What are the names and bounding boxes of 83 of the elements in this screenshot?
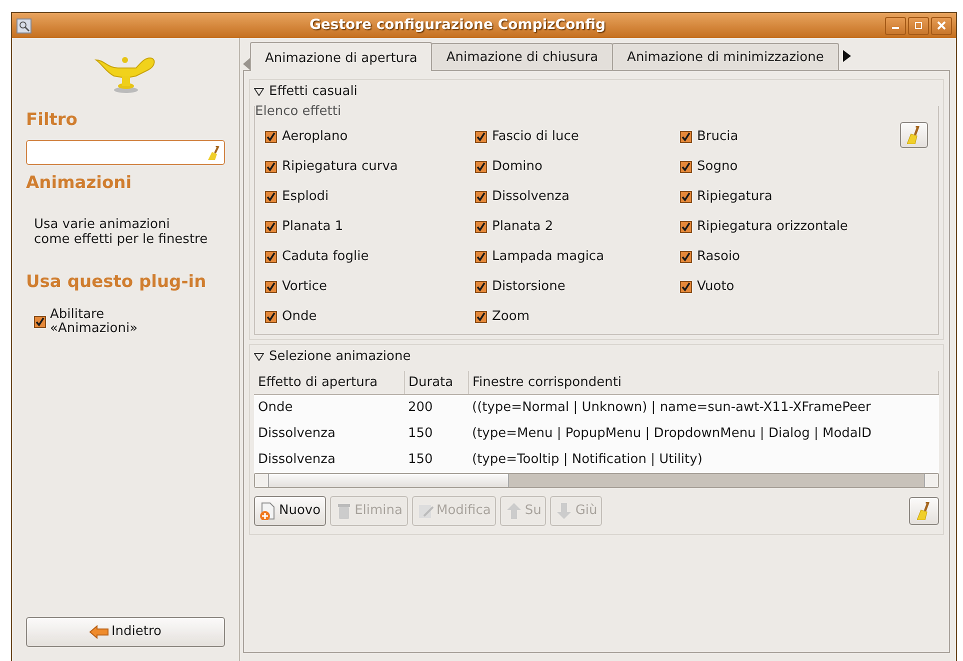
- filter-heading: Filtro: [26, 110, 78, 130]
- table-cell: Onde: [254, 394, 404, 420]
- broom-icon[interactable]: [208, 146, 220, 160]
- checkbox-label[interactable]: Zoom: [492, 306, 530, 326]
- minimize-button[interactable]: [885, 16, 906, 34]
- checkbox-label[interactable]: Sogno: [697, 156, 738, 176]
- window-title: Gestore configurazione CompizConfig: [308, 16, 607, 35]
- checkbox[interactable]: [475, 310, 487, 322]
- table-cell: (type=Menu | PopupMenu | DropdownMenu | Dialog | ModalD: [468, 420, 938, 446]
- checkbox-label[interactable]: Fascio di luce: [492, 126, 579, 146]
- checkbox[interactable]: [34, 316, 46, 328]
- checkbox-label[interactable]: Lampada magica: [492, 246, 604, 266]
- enable-heading: Usa questo plug-in: [26, 272, 208, 292]
- checkbox-label[interactable]: Brucia: [697, 126, 738, 146]
- triangle-icon: [254, 88, 264, 96]
- close-icon: [937, 21, 946, 30]
- checkbox[interactable]: [265, 310, 277, 322]
- checkbox-label[interactable]: Ripiegatura curva: [282, 156, 398, 176]
- checkbox[interactable]: [680, 130, 692, 142]
- checkbox[interactable]: [475, 280, 487, 292]
- checkbox[interactable]: [265, 250, 277, 262]
- checkbox-label[interactable]: Ripiegatura: [697, 186, 772, 206]
- animation-selection-expander[interactable]: Selezione animazione: [254, 346, 939, 366]
- filter-field[interactable]: [26, 140, 225, 166]
- checkbox[interactable]: [475, 160, 487, 172]
- back-button[interactable]: Indietro: [26, 617, 225, 647]
- checkbox[interactable]: [680, 280, 692, 292]
- checkbox[interactable]: [265, 160, 277, 172]
- checkbox-label[interactable]: Ripiegatura orizzontale: [697, 216, 848, 236]
- checkbox-label[interactable]: Onde: [282, 306, 317, 326]
- checkbox-label[interactable]: Distorsione: [492, 276, 566, 296]
- triangle-icon: [254, 352, 264, 360]
- checkbox-label[interactable]: Planata 1: [282, 216, 344, 236]
- window-menu-icon[interactable]: [16, 18, 32, 34]
- clear-button[interactable]: [909, 496, 939, 524]
- table-cell: Dissolvenza: [254, 446, 404, 472]
- tab[interactable]: Animazione di minimizzazione: [612, 42, 839, 70]
- maximize-button[interactable]: [908, 16, 929, 34]
- checkbox-label[interactable]: Esplodi: [282, 186, 329, 206]
- checkbox[interactable]: [265, 220, 277, 232]
- horizontal-scrollbar[interactable]: [254, 472, 939, 488]
- checkbox-label[interactable]: Rasoio: [697, 246, 740, 266]
- checkbox-label[interactable]: Aeroplano: [282, 126, 348, 146]
- checkbox[interactable]: [265, 280, 277, 292]
- table-cell: (type=Tooltip | Notification | Utility): [468, 446, 938, 472]
- down-arrow-icon: [555, 502, 574, 520]
- scroll-right-icon[interactable]: [842, 50, 851, 62]
- plugin-title: Animazioni: [26, 173, 133, 194]
- checkbox[interactable]: [475, 220, 487, 232]
- checkbox[interactable]: [475, 250, 487, 262]
- checkbox[interactable]: [680, 250, 692, 262]
- table-cell: Dissolvenza: [254, 420, 404, 446]
- table-cell: 150: [404, 446, 468, 472]
- checkbox[interactable]: [265, 190, 277, 202]
- broom-icon: [917, 502, 931, 520]
- new-file-icon: [259, 502, 277, 520]
- table-cell: 200: [404, 394, 468, 420]
- checkbox-label[interactable]: Caduta foglie: [282, 246, 369, 266]
- checkbox-label[interactable]: Domino: [492, 156, 542, 176]
- checkbox[interactable]: [680, 160, 692, 172]
- random-effects-expander[interactable]: Effetti casuali: [254, 82, 939, 102]
- close-button[interactable]: [931, 16, 952, 34]
- checkbox[interactable]: [265, 130, 277, 142]
- checkbox-label[interactable]: Planata 2: [492, 216, 554, 236]
- checkbox[interactable]: [680, 220, 692, 232]
- checkbox[interactable]: [475, 130, 487, 142]
- checkbox[interactable]: [680, 190, 692, 202]
- checkbox-label[interactable]: Dissolvenza: [492, 186, 570, 206]
- plugin-description: Usa varie animazioni come effetti per le finestre: [34, 218, 209, 248]
- maximize-icon: [914, 21, 923, 30]
- table-cell: 150: [404, 420, 468, 446]
- enable-checkbox-label[interactable]: Abilitare «Animazioni»: [50, 308, 160, 337]
- clear-button[interactable]: [900, 122, 928, 148]
- broom-icon: [907, 126, 921, 144]
- up-arrow-icon: [504, 502, 523, 520]
- checkbox[interactable]: [475, 190, 487, 202]
- table-cell: ((type=Normal | Unknown) | name=sun-awt-X11-XFramePeer: [468, 394, 938, 420]
- checkbox-label[interactable]: Vuoto: [697, 276, 734, 296]
- checkbox-label[interactable]: Vortice: [282, 276, 328, 296]
- left-arrow-icon: [89, 625, 110, 639]
- tab[interactable]: Animazione di chiusura: [431, 42, 614, 70]
- tab[interactable]: Animazione di apertura: [250, 42, 432, 71]
- button[interactable]: Nuovo: [254, 496, 326, 526]
